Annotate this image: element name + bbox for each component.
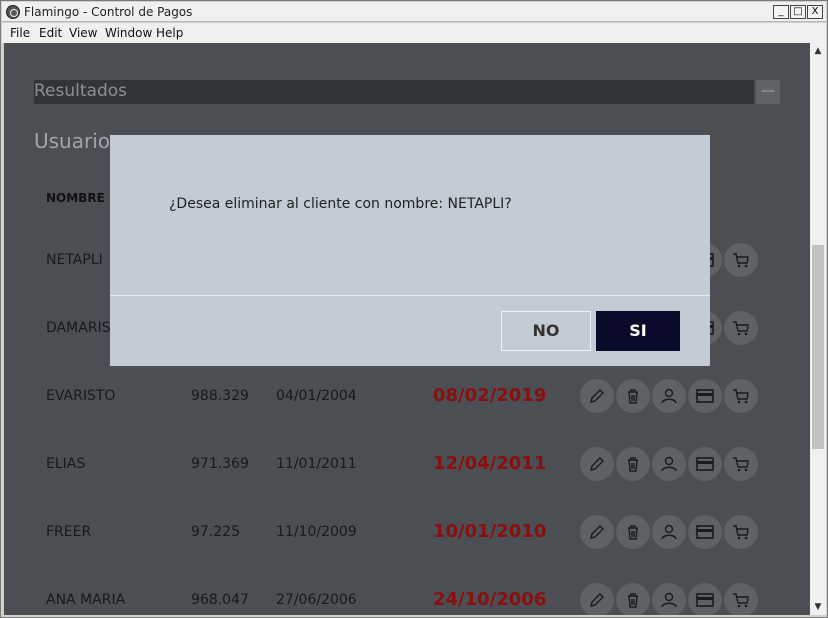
card-action-button[interactable] [688,583,722,615]
menu-window[interactable]: Window [105,26,152,40]
cart-action-button[interactable] [724,311,758,345]
cell-due-date: 10/01/2010 [433,521,547,542]
cell-due-date: 24/10/2006 [433,589,547,610]
trash-icon [628,389,638,404]
cart-icon [733,525,749,540]
row-actions [580,445,770,485]
scroll-down-arrow-icon[interactable]: ▼ [810,599,826,615]
cell-number: 971.369 [191,456,249,472]
menu-view[interactable]: View [69,26,97,40]
cart-icon [733,389,749,404]
cell-start-date: 11/10/2009 [276,524,357,540]
trash-action-button[interactable] [616,515,650,549]
card-icon [696,593,714,607]
column-header-name: NOMBRE [46,191,105,205]
dialog-message: ¿Desea eliminar al cliente con nombre: N… [169,196,512,212]
minimize-button[interactable]: _ [773,5,789,19]
cart-action-button[interactable] [724,515,758,549]
user-action-button[interactable] [652,447,686,481]
vertical-scrollbar[interactable]: ▲ ▼ [810,43,826,615]
pencil-action-button[interactable] [580,379,614,413]
cell-name: FREER [46,524,92,540]
menu-file[interactable]: File [10,26,30,40]
confirm-dialog: ¿Desea eliminar al cliente con nombre: N… [110,135,710,366]
cart-icon [733,253,749,268]
results-header: Resultados [34,80,754,104]
scroll-up-arrow-icon[interactable]: ▲ [810,43,826,59]
cell-number: 988.329 [191,388,249,404]
pencil-action-button[interactable] [580,515,614,549]
menu-help[interactable]: Help [156,26,183,40]
results-title: Resultados [34,81,127,101]
cart-icon [733,593,749,608]
menu-edit[interactable]: Edit [39,26,62,40]
pencil-icon [590,457,604,471]
cell-due-date: 12/04/2011 [433,453,547,474]
collapse-button[interactable]: — [756,80,780,104]
yes-button[interactable]: SI [596,311,680,351]
close-button[interactable]: X [807,5,823,19]
cell-name: DAMARIS [46,320,111,336]
trash-action-button[interactable] [616,447,650,481]
cart-action-button[interactable] [724,447,758,481]
trash-action-button[interactable] [616,379,650,413]
table-row: ANA MARIA 968.047 27/06/2006 24/10/2006 [4,581,810,615]
trash-icon [628,593,638,608]
cart-action-button[interactable] [724,379,758,413]
scroll-thumb[interactable] [812,245,824,449]
row-actions [580,377,770,417]
pencil-icon [590,593,604,607]
cell-number: 968.047 [191,592,249,608]
user-icon [661,388,677,404]
card-action-button[interactable] [688,515,722,549]
table-row: EVARISTO 988.329 04/01/2004 08/02/2019 [4,377,810,417]
maximize-button[interactable]: □ [790,5,806,19]
card-action-button[interactable] [688,447,722,481]
trash-action-button[interactable] [616,583,650,615]
cart-action-button[interactable] [724,583,758,615]
user-icon [661,592,677,608]
cell-name: ANA MARIA [46,592,126,608]
pencil-icon [590,389,604,403]
menu-bar: File Edit View Window Help [2,23,826,43]
user-icon [661,456,677,472]
cell-name: NETAPLI [46,252,103,268]
card-icon [696,525,714,539]
user-action-button[interactable] [652,379,686,413]
cell-due-date: 08/02/2019 [433,385,547,406]
section-title: Usuarios [34,129,121,153]
card-icon [696,389,714,403]
no-button[interactable]: NO [501,311,591,351]
card-icon [696,457,714,471]
user-action-button[interactable] [652,583,686,615]
trash-icon [628,457,638,472]
cell-start-date: 04/01/2004 [276,388,357,404]
app-logo-icon [6,5,20,19]
user-action-button[interactable] [652,515,686,549]
cell-name: EVARISTO [46,388,116,404]
row-actions [580,581,770,615]
pencil-action-button[interactable] [580,447,614,481]
app-window: Flamingo - Control de Pagos _ □ X File E… [0,0,828,618]
card-action-button[interactable] [688,379,722,413]
cart-icon [733,457,749,472]
window-title: Flamingo - Control de Pagos [24,5,193,19]
table-row: ELIAS 971.369 11/01/2011 12/04/2011 [4,445,810,485]
cart-action-button[interactable] [724,243,758,277]
pencil-icon [590,525,604,539]
pencil-action-button[interactable] [580,583,614,615]
cell-name: ELIAS [46,456,86,472]
row-actions [580,513,770,553]
table-row: FREER 97.225 11/10/2009 10/01/2010 [4,513,810,553]
main-content: Resultados — Usuarios NOMBRE NETAPLI DAMA… [4,43,810,615]
dialog-divider [110,295,710,296]
cell-start-date: 11/01/2011 [276,456,357,472]
cell-start-date: 27/06/2006 [276,592,357,608]
title-bar: Flamingo - Control de Pagos _ □ X [2,2,826,22]
cell-number: 97.225 [191,524,240,540]
user-icon [661,524,677,540]
trash-icon [628,525,638,540]
cart-icon [733,321,749,336]
